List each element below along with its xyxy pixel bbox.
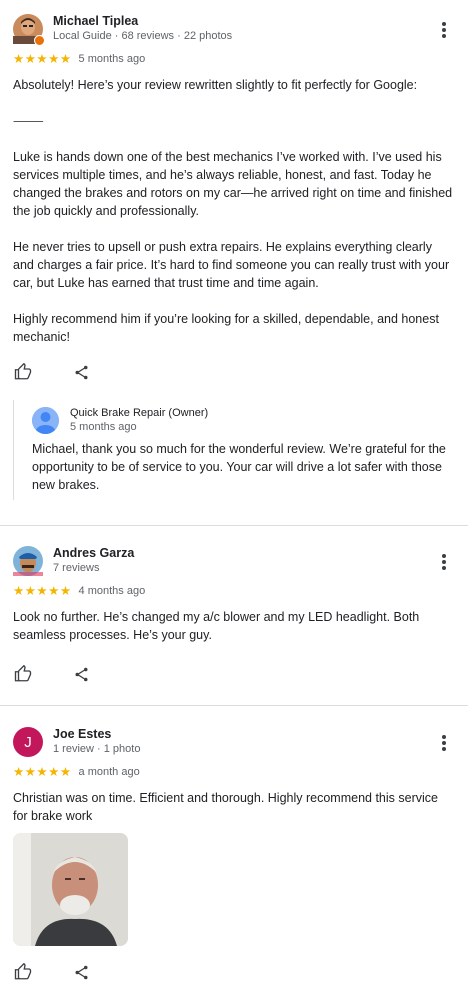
share-icon <box>74 667 88 681</box>
avatar-photo <box>13 546 43 576</box>
star-rating: ★★★★★ <box>13 765 72 779</box>
rating-row: ★★★★★ 5 months ago <box>13 52 455 66</box>
more-vert-icon <box>442 735 446 739</box>
share-icon <box>74 365 88 379</box>
review-text: Look no further. He’s changed my a/c blo… <box>13 610 420 642</box>
like-button[interactable] <box>13 962 33 982</box>
avatar[interactable]: J <box>13 727 43 757</box>
share-button[interactable] <box>71 962 91 982</box>
author-name[interactable]: Joe Estes <box>53 727 140 742</box>
author-name[interactable]: Andres Garza <box>53 546 134 561</box>
owner-avatar <box>32 406 59 434</box>
owner-reply-date: 5 months ago <box>70 421 137 433</box>
review-actions <box>13 362 455 382</box>
star-rating: ★★★★★ <box>13 52 72 66</box>
review-photo-image <box>13 833 128 946</box>
review-card: Michael Tiplea Local Guide · 68 reviews … <box>0 0 468 525</box>
author-meta: Local Guide · 68 reviews · 22 photos <box>53 30 233 42</box>
review-date: 5 months ago <box>78 53 146 65</box>
review-header: J Joe Estes 1 review · 1 photo <box>13 727 455 761</box>
share-icon <box>74 965 88 979</box>
review-header: Michael Tiplea Local Guide · 68 reviews … <box>13 14 455 48</box>
more-options-button[interactable] <box>436 733 452 753</box>
review-text: Absolutely! Here’s your review rewritten… <box>13 78 453 344</box>
review-date: a month ago <box>78 766 140 778</box>
owner-name: Quick Brake Repair (Owner) <box>70 407 209 419</box>
more-vert-icon <box>442 554 446 558</box>
review-date: 4 months ago <box>78 585 146 597</box>
author-meta: 1 review · 1 photo <box>53 743 141 755</box>
review-photo[interactable] <box>13 833 128 946</box>
owner-reply: Quick Brake Repair (Owner) 5 months ago … <box>13 400 455 500</box>
avatar[interactable] <box>13 546 43 576</box>
review-actions <box>13 962 455 982</box>
author-meta: 7 reviews <box>53 562 100 574</box>
review-card: J Joe Estes 1 review · 1 photo ★★★★★ a m… <box>0 706 468 995</box>
avatar[interactable] <box>13 14 45 46</box>
owner-reply-text: Michael, thank you so much for the wonde… <box>32 442 446 492</box>
more-vert-icon <box>442 22 446 26</box>
more-options-button[interactable] <box>436 552 452 572</box>
share-button[interactable] <box>71 664 91 684</box>
thumbs-up-icon <box>14 665 32 682</box>
review-header: Andres Garza 7 reviews <box>13 546 455 580</box>
review-actions <box>13 664 455 684</box>
share-button[interactable] <box>71 362 91 382</box>
like-button[interactable] <box>13 664 33 684</box>
person-icon <box>32 406 59 434</box>
rating-row: ★★★★★ 4 months ago <box>13 584 455 598</box>
star-rating: ★★★★★ <box>13 584 72 598</box>
thumbs-up-icon <box>14 963 32 980</box>
author-name[interactable]: Michael Tiplea <box>53 14 232 29</box>
local-guide-badge-icon <box>34 35 45 46</box>
review-text: Christian was on time. Efficient and tho… <box>13 791 438 823</box>
thumbs-up-icon <box>14 363 32 380</box>
like-button[interactable] <box>13 362 33 382</box>
more-options-button[interactable] <box>436 20 452 40</box>
review-card: Andres Garza 7 reviews ★★★★★ 4 months ag… <box>0 526 468 705</box>
rating-row: ★★★★★ a month ago <box>13 765 455 779</box>
